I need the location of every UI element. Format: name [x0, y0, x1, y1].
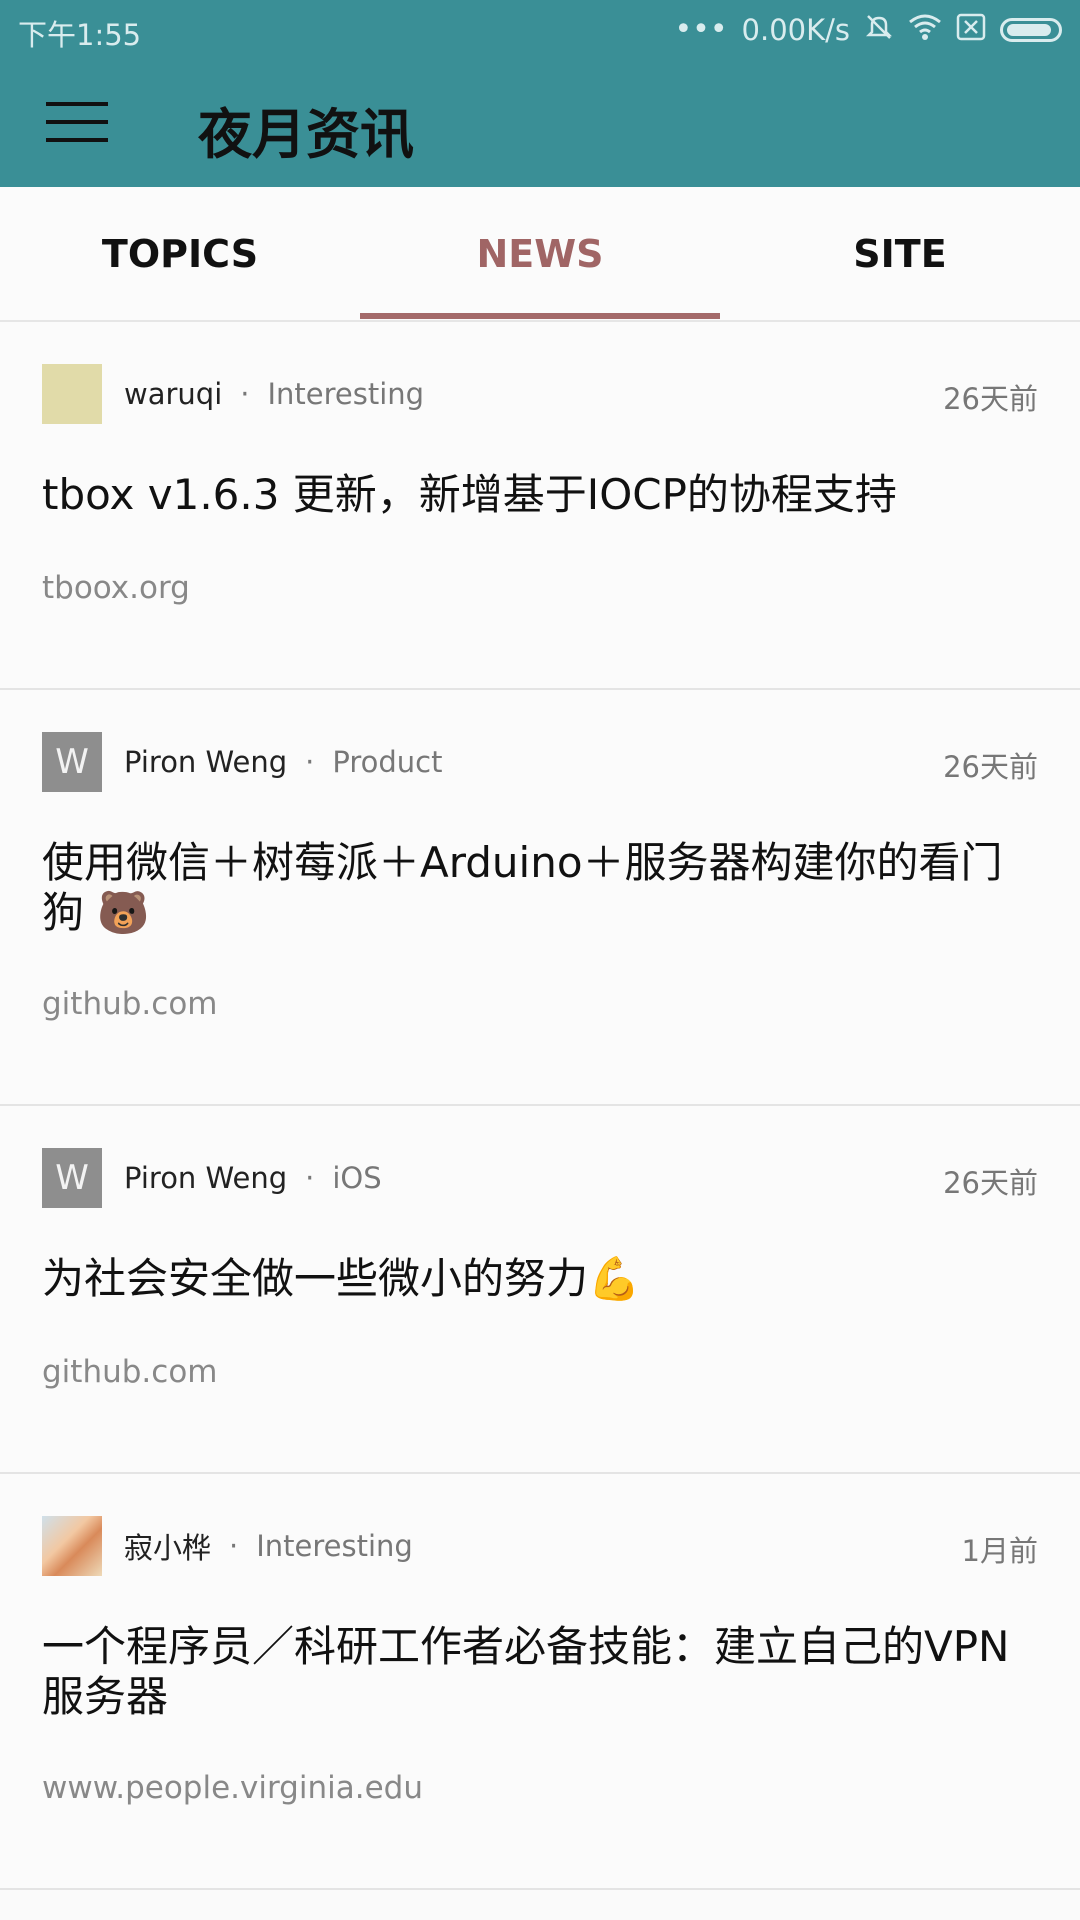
username[interactable]: 寂小桦 [124, 1525, 211, 1567]
card-meta: waruqi · Interesting [42, 364, 424, 424]
wifi-icon [908, 13, 942, 48]
status-time: 下午1:55 [18, 18, 142, 52]
category[interactable]: Interesting [256, 1529, 413, 1563]
tab-indicator [360, 313, 720, 319]
category[interactable]: Interesting [267, 377, 424, 411]
news-domain[interactable]: tboox.org [42, 570, 190, 606]
network-speed: 0.00K/s [741, 13, 850, 47]
signal-dots: ••• [674, 12, 728, 47]
time-ago: 26天前 [943, 1166, 1038, 1200]
tab-news[interactable]: NEWS [360, 187, 720, 320]
sim-off-icon [956, 13, 986, 48]
separator-dot: · [240, 377, 250, 411]
tab-topics[interactable]: TOPICS [0, 187, 360, 320]
avatar[interactable] [42, 364, 102, 424]
news-list: waruqi · Interesting 26天前 tbox v1.6.3 更新… [0, 322, 1080, 1890]
news-card[interactable]: 寂小桦 · Interesting 1月前 一个程序员／科研工作者必备技能：建立… [0, 1474, 1080, 1890]
battery-icon [1000, 18, 1062, 42]
avatar[interactable] [42, 1516, 102, 1576]
toolbar: 夜月资讯 [0, 60, 1080, 187]
separator-dot: · [305, 745, 315, 779]
time-ago: 26天前 [943, 382, 1038, 416]
separator-dot: · [305, 1161, 315, 1195]
app-bar: 下午1:55 ••• 0.00K/s 夜月资讯 [0, 0, 1080, 187]
separator-dot: · [229, 1529, 239, 1563]
news-title[interactable]: 一个程序员／科研工作者必备技能：建立自己的VPN 服务器 [42, 1622, 1038, 1722]
news-card[interactable]: waruqi · Interesting 26天前 tbox v1.6.3 更新… [0, 322, 1080, 690]
news-domain[interactable]: github.com [42, 986, 217, 1022]
avatar[interactable]: W [42, 1148, 102, 1208]
news-domain[interactable]: github.com [42, 1354, 217, 1390]
time-ago: 1月前 [961, 1534, 1038, 1568]
news-card[interactable]: W Piron Weng · Product 26天前 使用微信＋树莓派＋Ard… [0, 690, 1080, 1106]
card-meta: 寂小桦 · Interesting [42, 1516, 413, 1576]
app-title: 夜月资讯 [198, 103, 414, 166]
card-meta: W Piron Weng · Product [42, 732, 442, 792]
category[interactable]: Product [332, 745, 442, 779]
tab-site[interactable]: SITE [720, 187, 1080, 320]
news-title[interactable]: 使用微信＋树莓派＋Arduino＋服务器构建你的看门狗 🐻 [42, 838, 1038, 938]
news-title[interactable]: tbox v1.6.3 更新，新增基于IOCP的协程支持 [42, 470, 1038, 520]
status-bar: 下午1:55 ••• 0.00K/s [0, 0, 1080, 60]
news-title[interactable]: 为社会安全做一些微小的努力💪 [42, 1254, 1038, 1304]
time-ago: 26天前 [943, 750, 1038, 784]
tab-bar: TOPICS NEWS SITE [0, 187, 1080, 322]
category[interactable]: iOS [332, 1161, 381, 1195]
mute-icon [864, 12, 894, 49]
news-card[interactable]: W Piron Weng · iOS 26天前 为社会安全做一些微小的努力💪 g… [0, 1106, 1080, 1474]
username[interactable]: Piron Weng [124, 1161, 287, 1195]
avatar[interactable]: W [42, 732, 102, 792]
status-indicators: ••• 0.00K/s [674, 10, 1062, 50]
username[interactable]: Piron Weng [124, 745, 287, 779]
card-meta: W Piron Weng · iOS [42, 1148, 382, 1208]
menu-icon[interactable] [46, 102, 108, 142]
username[interactable]: waruqi [124, 377, 222, 411]
news-domain[interactable]: www.people.virginia.edu [42, 1770, 423, 1806]
